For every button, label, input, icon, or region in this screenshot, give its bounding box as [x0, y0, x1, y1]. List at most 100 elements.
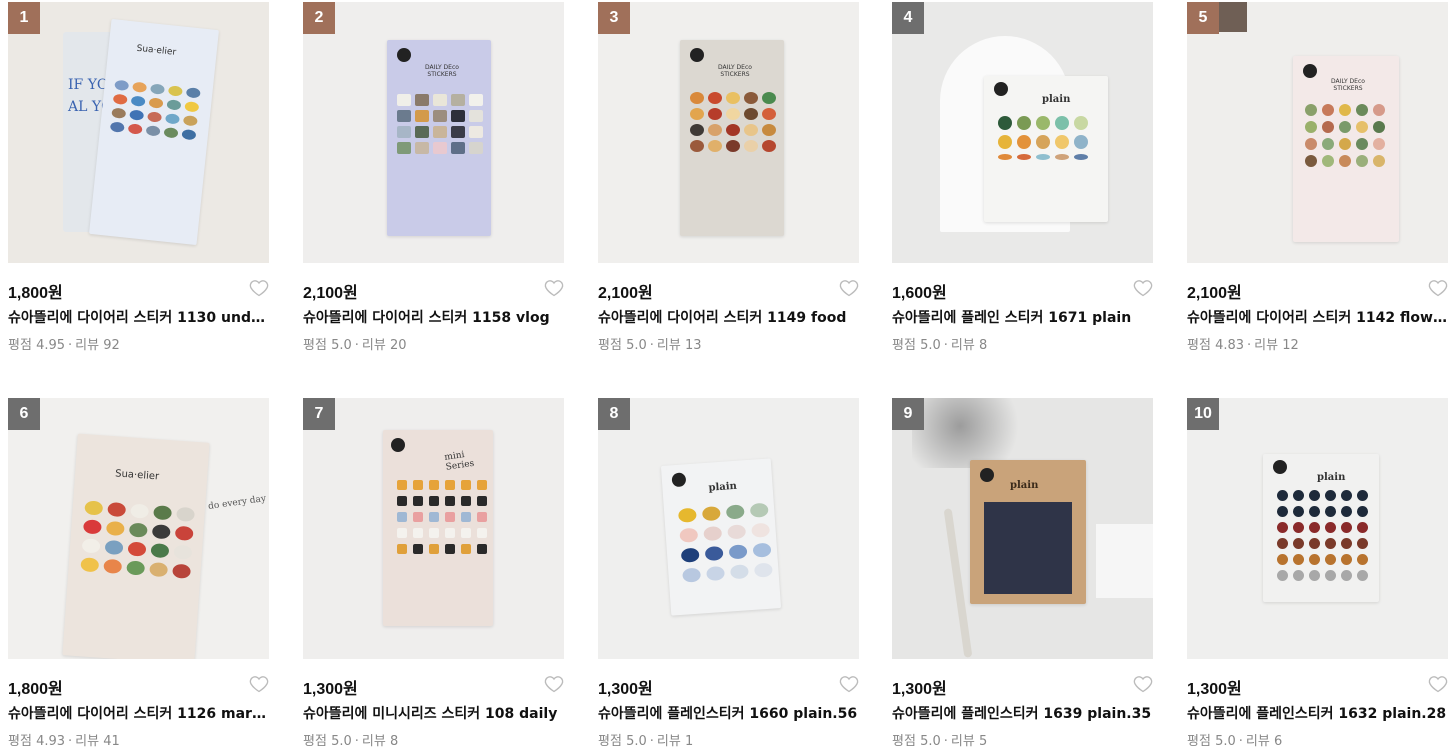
heart-outline-icon[interactable] [839, 674, 859, 694]
product-image[interactable]: plain 8 [598, 398, 859, 659]
product-rating: 평점 4.95 · 리뷰 92 [8, 334, 120, 353]
rating-label: 평점 [8, 734, 32, 749]
separator: · [68, 338, 73, 353]
rating-value: 5.0 [331, 734, 352, 749]
product-rating: 평점 5.0 · 리뷰 5 [892, 730, 987, 749]
heart-outline-icon[interactable] [544, 674, 564, 694]
brand-text: Sua·elier [114, 468, 160, 483]
product-rating: 평점 5.0 · 리뷰 8 [892, 334, 987, 353]
product-title[interactable]: 슈아뜰리에 플레인 스티커 1671 plain [892, 307, 1153, 327]
sticker-sheet: Sua·elier [62, 433, 210, 659]
small-label-sheet [1096, 524, 1153, 598]
product-image[interactable]: DAILY DEco STICKERS 2 [303, 2, 564, 263]
product-title[interactable]: 슈아뜰리에 다이어리 스티커 1149 food [598, 307, 859, 327]
reviews-label: 리뷰 [950, 734, 975, 749]
rating-label: 평점 [1187, 338, 1211, 353]
rank-badge: 6 [8, 398, 40, 430]
reviews-label: 리뷰 [361, 338, 386, 353]
reviews-label: 리뷰 [75, 338, 100, 353]
brand-logo [1303, 64, 1317, 78]
brand-text: DAILY DEco STICKERS [1331, 78, 1365, 92]
product-rating: 평점 5.0 · 리뷰 6 [1187, 730, 1282, 749]
sticker-dots [1305, 104, 1385, 167]
rank-badge: 10 [1187, 398, 1219, 430]
product-image[interactable]: plain 4 [892, 2, 1153, 263]
product-title[interactable]: 슈아뜰리에 플레인스티커 1660 plain.56 [598, 703, 859, 723]
heart-outline-icon[interactable] [249, 278, 269, 298]
rating-value: 4.83 [1215, 338, 1245, 353]
product-image[interactable]: plain 10 [1187, 398, 1448, 659]
product-title[interactable]: 슈아뜰리에 다이어리 스티커 1126 market [8, 703, 269, 723]
brand-logo [391, 438, 405, 452]
rating-label: 평점 [598, 734, 622, 749]
rating-label: 평점 [8, 338, 32, 353]
product-image[interactable]: do every day Sua·elier 6 [8, 398, 269, 659]
heart-outline-icon[interactable] [249, 674, 269, 694]
product-rating: 평점 4.93 · 리뷰 41 [8, 730, 120, 749]
separator: · [1238, 734, 1243, 749]
sticker-sheet: plain [984, 76, 1108, 222]
product-title[interactable]: 슈아뜰리에 다이어리 스티커 1142 flower [1187, 307, 1448, 327]
sticker-sheet: plain [1263, 454, 1379, 602]
separator: · [943, 338, 948, 353]
rank-badge: 7 [303, 398, 335, 430]
separator: · [354, 338, 359, 353]
brand-text: plain [1317, 472, 1346, 483]
sticker-sheet: mini Series [383, 430, 493, 626]
product-title[interactable]: 슈아뜰리에 플레인스티커 1639 plain.35 [892, 703, 1153, 723]
brand-logo [1273, 460, 1287, 474]
rank-badge: 5 [1187, 2, 1219, 34]
reviews-label: 리뷰 [656, 734, 681, 749]
product-price: 1,800원 [8, 681, 63, 698]
product-image[interactable]: DAILY DEco STICKERS 3 [598, 2, 859, 263]
rating-value: 5.0 [626, 734, 647, 749]
rating-value: 5.0 [920, 338, 941, 353]
product-image[interactable]: DAILY DEco STICKERS 5 [1187, 2, 1448, 263]
brand-logo [980, 468, 994, 482]
product-price: 2,100원 [303, 285, 358, 302]
reviews-count: 8 [978, 338, 988, 353]
rating-value: 5.0 [920, 734, 941, 749]
product-image[interactable]: mini Series 7 [303, 398, 564, 659]
brand-text: plain [708, 480, 738, 494]
reviews-label: 리뷰 [656, 338, 681, 353]
product-rating: 평점 5.0 · 리뷰 13 [598, 334, 702, 353]
leaf-shadow [912, 398, 1032, 468]
reviews-label: 리뷰 [1254, 338, 1279, 353]
reviews-count: 13 [684, 338, 702, 353]
sticker-sheet: DAILY DEco STICKERS [387, 40, 491, 236]
rating-label: 평점 [1187, 734, 1211, 749]
separator: · [354, 734, 359, 749]
kraft-envelope: plain [970, 460, 1086, 604]
sticker-dots [690, 92, 776, 152]
reviews-label: 리뷰 [950, 338, 975, 353]
rating-value: 5.0 [331, 338, 352, 353]
sticker-sheet: plain [660, 458, 782, 616]
heart-outline-icon[interactable] [544, 278, 564, 298]
heart-outline-icon[interactable] [1133, 674, 1153, 694]
product-title[interactable]: 슈아뜰리에 미니시리즈 스티커 108 daily [303, 703, 564, 723]
product-image[interactable]: IF YO AL YO Sua·elier 1 [8, 2, 269, 263]
sticker-dots [80, 500, 196, 579]
brand-logo [994, 82, 1008, 96]
brand-text: mini Series [443, 450, 475, 473]
rank-badge: 8 [598, 398, 630, 430]
heart-outline-icon[interactable] [1428, 278, 1448, 298]
separator: · [649, 338, 654, 353]
product-rating: 평점 4.83 · 리뷰 12 [1187, 334, 1299, 353]
product-title[interactable]: 슈아뜰리에 플레인스티커 1632 plain.28 [1187, 703, 1448, 723]
product-title[interactable]: 슈아뜰리에 다이어리 스티커 1158 vlog [303, 307, 564, 327]
heart-outline-icon[interactable] [1428, 674, 1448, 694]
brand-text: plain [1042, 94, 1071, 105]
rating-value: 4.95 [36, 338, 66, 353]
product-title[interactable]: 슈아뜰리에 다이어리 스티커 1130 under the sea [8, 307, 269, 327]
reviews-count: 20 [389, 338, 407, 353]
product-image[interactable]: plain 9 [892, 398, 1153, 659]
brand-text: Sua·elier [136, 43, 177, 58]
heart-outline-icon[interactable] [839, 278, 859, 298]
heart-outline-icon[interactable] [1133, 278, 1153, 298]
sticker-dots [397, 480, 487, 554]
product-price: 1,300원 [598, 681, 653, 698]
sticker-dots [1277, 490, 1368, 581]
rating-value: 5.0 [626, 338, 647, 353]
